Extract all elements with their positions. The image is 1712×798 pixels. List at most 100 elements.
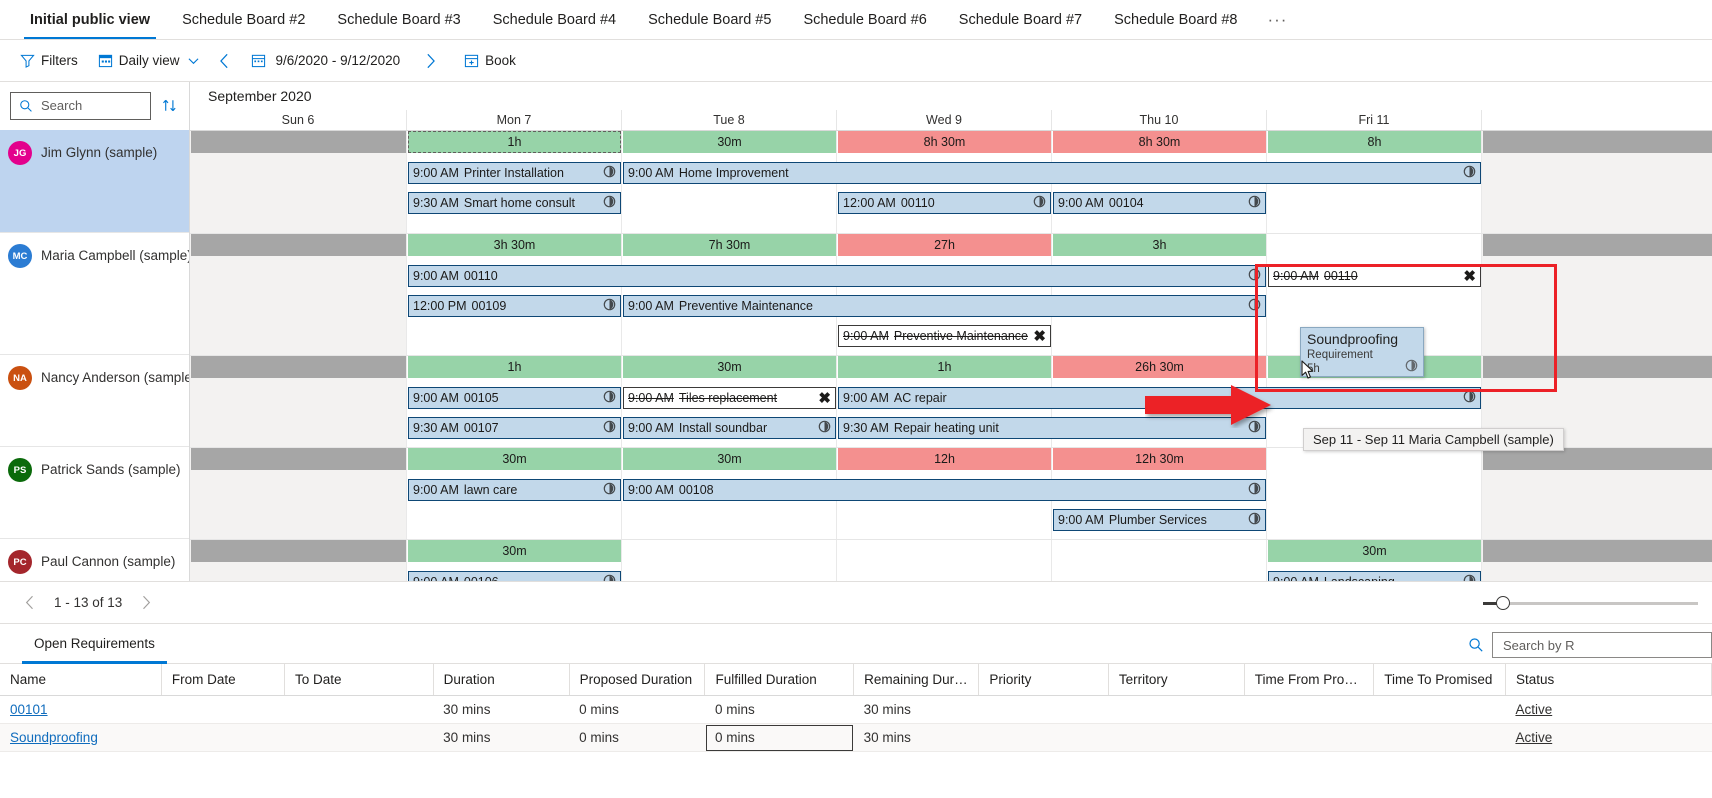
capacity-bar[interactable]: 12h xyxy=(838,448,1051,470)
capacity-bar[interactable]: 30m xyxy=(623,356,836,378)
booking-card[interactable]: 9:30 AM 00107 xyxy=(408,417,621,439)
previous-period-button[interactable] xyxy=(211,47,239,75)
close-icon[interactable]: ✖ xyxy=(1033,327,1046,345)
requirements-search-icon[interactable] xyxy=(1468,637,1484,653)
booking-card[interactable]: 9:00 AM Preventive Maintenance ✖ xyxy=(838,325,1051,347)
capacity-bar[interactable]: 30m xyxy=(408,448,621,470)
booking-card[interactable]: 9:00 AM Install soundbar xyxy=(623,417,836,439)
resource-row[interactable]: PC Paul Cannon (sample) xyxy=(0,539,189,581)
capacity-bar[interactable] xyxy=(1483,234,1712,256)
table-row[interactable]: Soundproofing 30 mins 0 mins 0 mins 30 mins A… xyxy=(0,723,1712,752)
requirement-link[interactable]: Soundproofing xyxy=(10,730,98,745)
board-tab-4[interactable]: Schedule Board #5 xyxy=(632,0,787,39)
requirement-name-cell[interactable]: 00101 xyxy=(0,695,162,724)
requirements-search-input[interactable] xyxy=(1501,636,1703,654)
capacity-bar[interactable]: 7h 30m xyxy=(623,234,836,256)
zoom-slider[interactable] xyxy=(1483,596,1698,610)
booking-card[interactable]: 12:00 AM 00110 xyxy=(838,192,1051,214)
capacity-bar[interactable]: 1h xyxy=(408,356,621,378)
pager-previous-button[interactable] xyxy=(18,591,42,615)
capacity-bar[interactable] xyxy=(191,356,406,378)
requirement-link[interactable]: 00101 xyxy=(10,702,48,717)
status-badge[interactable]: Active xyxy=(1505,723,1712,752)
board-tab-1[interactable]: Schedule Board #2 xyxy=(166,0,321,39)
resource-row[interactable]: PS Patrick Sands (sample) xyxy=(0,447,189,539)
capacity-bar[interactable]: 30m xyxy=(623,131,836,153)
status-badge[interactable]: Active xyxy=(1505,695,1712,724)
board-tab-0[interactable]: Initial public view xyxy=(14,0,166,39)
zoom-slider-thumb[interactable] xyxy=(1496,596,1510,610)
table-column-header[interactable]: Priority xyxy=(978,664,1109,696)
capacity-bar[interactable]: 30m xyxy=(623,448,836,470)
booking-card[interactable]: 9:00 AM Printer Installation xyxy=(408,162,621,184)
capacity-bar[interactable]: 3h xyxy=(1053,234,1266,256)
table-column-header[interactable]: Proposed Duration xyxy=(569,664,706,696)
capacity-bar[interactable] xyxy=(1483,540,1712,562)
capacity-bar[interactable] xyxy=(191,131,406,153)
capacity-bar[interactable]: 1h xyxy=(408,131,621,153)
day-column-background[interactable] xyxy=(1267,448,1482,539)
booking-card[interactable]: 9:00 AM Preventive Maintenance xyxy=(623,295,1266,317)
capacity-bar[interactable]: 12h 30m xyxy=(1053,448,1266,470)
requirements-search-wrapper[interactable] xyxy=(1492,632,1712,658)
capacity-bar[interactable]: 8h 30m xyxy=(1053,131,1266,153)
capacity-bar[interactable]: 30m xyxy=(408,540,621,562)
resource-row[interactable]: JG Jim Glynn (sample) xyxy=(0,130,189,233)
capacity-bar[interactable]: 26h 30m xyxy=(1053,356,1266,378)
table-column-header[interactable]: Time From Promi... xyxy=(1244,664,1375,696)
tab-open-requirements[interactable]: Open Requirements xyxy=(22,624,167,664)
table-column-header[interactable]: Territory xyxy=(1108,664,1245,696)
capacity-bar[interactable] xyxy=(191,540,406,562)
filters-button[interactable]: Filters xyxy=(12,48,86,73)
capacity-bar[interactable] xyxy=(191,234,406,256)
capacity-bar[interactable]: 8h xyxy=(1268,131,1481,153)
table-column-header[interactable]: From Date xyxy=(161,664,286,696)
booking-card[interactable]: 9:00 AM Plumber Services xyxy=(1053,509,1266,531)
date-range-button[interactable]: 9/6/2020 - 9/12/2020 xyxy=(243,48,413,73)
table-column-header[interactable]: To Date xyxy=(284,664,434,696)
table-column-header[interactable]: Duration xyxy=(433,664,570,696)
resource-row[interactable]: MC Maria Campbell (sample) xyxy=(0,233,189,355)
day-column-background[interactable] xyxy=(837,540,1052,581)
search-input-wrapper[interactable] xyxy=(10,91,151,120)
booking-card[interactable]: 9:00 AM00106 xyxy=(408,571,621,581)
day-column-background[interactable] xyxy=(1052,540,1267,581)
close-icon[interactable]: ✖ xyxy=(818,389,831,407)
day-column-background[interactable] xyxy=(622,540,837,581)
booking-card[interactable]: 9:00 AM Tiles replacement ✖ xyxy=(623,387,836,409)
booking-card[interactable]: 9:00 AM 00110 xyxy=(408,265,1266,287)
requirement-name-cell[interactable]: Soundproofing xyxy=(0,723,162,752)
board-tab-6[interactable]: Schedule Board #7 xyxy=(943,0,1098,39)
tab-overflow-button[interactable]: ··· xyxy=(1253,0,1301,39)
capacity-bar[interactable] xyxy=(1483,131,1712,153)
capacity-bar[interactable]: 1h xyxy=(838,356,1051,378)
table-column-header[interactable]: Remaining Durati... xyxy=(853,664,980,696)
capacity-bar[interactable] xyxy=(1483,356,1712,378)
booking-card[interactable]: 9:00 AM Home Improvement xyxy=(623,162,1481,184)
capacity-bar[interactable] xyxy=(1483,448,1712,470)
capacity-bar[interactable]: 27h xyxy=(838,234,1051,256)
capacity-bar[interactable] xyxy=(191,448,406,470)
capacity-bar[interactable]: 8h 30m xyxy=(838,131,1051,153)
booking-card[interactable]: 9:00 AM 00108 xyxy=(623,479,1266,501)
table-column-header[interactable]: Name xyxy=(0,664,162,696)
table-row[interactable]: 00101 30 mins 0 mins 0 mins 30 mins Active xyxy=(0,695,1712,724)
board-tab-7[interactable]: Schedule Board #8 xyxy=(1098,0,1253,39)
booking-card[interactable]: 9:30 AM Smart home consult xyxy=(408,192,621,214)
booking-card[interactable]: 9:00 AM 00105 xyxy=(408,387,621,409)
next-period-button[interactable] xyxy=(416,47,444,75)
board-tab-2[interactable]: Schedule Board #3 xyxy=(321,0,476,39)
booking-card[interactable]: 9:00 AM 00110 ✖ xyxy=(1268,265,1481,287)
booking-card[interactable]: 9:30 AM Repair heating unit xyxy=(838,417,1266,439)
sort-toggle-button[interactable] xyxy=(159,97,179,114)
table-column-header[interactable]: Time To Promised xyxy=(1373,664,1506,696)
table-column-header[interactable]: Fulfilled Duration xyxy=(704,664,855,696)
book-button[interactable]: Book xyxy=(456,48,524,73)
booking-card[interactable]: 12:00 PM 00109 xyxy=(408,295,621,317)
resource-row[interactable]: NA Nancy Anderson (sample) xyxy=(0,355,189,447)
booking-card[interactable]: 9:00 AM lawn care xyxy=(408,479,621,501)
board-tab-3[interactable]: Schedule Board #4 xyxy=(477,0,632,39)
board-tab-5[interactable]: Schedule Board #6 xyxy=(787,0,942,39)
capacity-bar[interactable]: 30m xyxy=(1268,540,1481,562)
view-selector[interactable]: Daily view xyxy=(90,48,207,73)
